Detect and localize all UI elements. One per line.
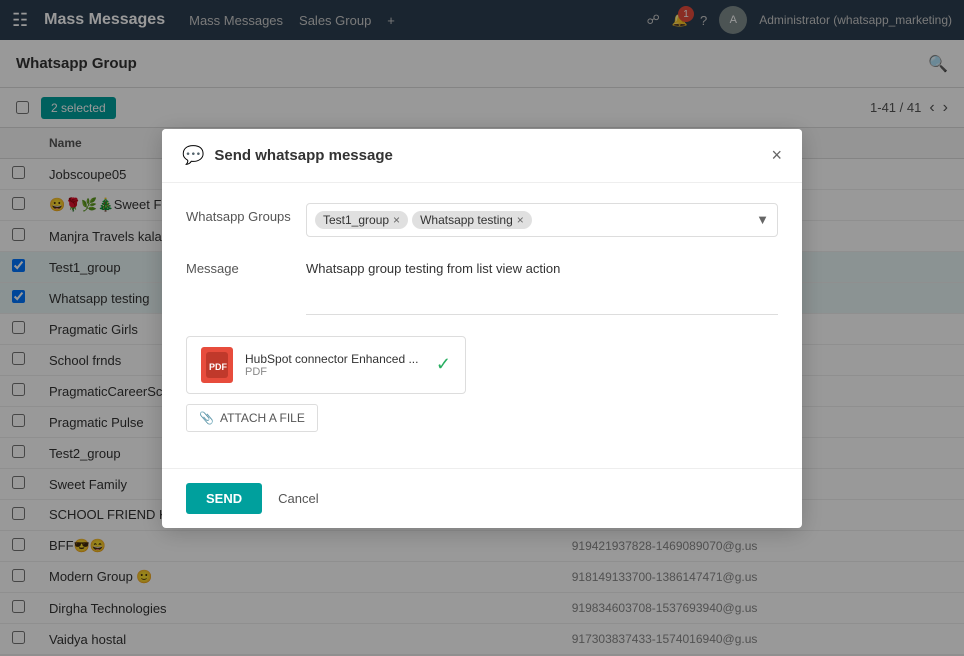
attachment-check-icon: ✓ xyxy=(436,354,451,375)
tag-test1group-remove[interactable]: × xyxy=(393,213,400,227)
message-input[interactable]: Whatsapp group testing from list view ac… xyxy=(306,255,778,315)
whatsapp-icon: 💬 xyxy=(182,145,204,166)
attachment-type: PDF xyxy=(245,366,424,378)
modal-header-left: 💬 Send whatsapp message xyxy=(182,145,393,166)
tag-test1group-label: Test1_group xyxy=(323,213,389,227)
paperclip-icon: 📎 xyxy=(199,411,214,425)
groups-tags-input[interactable]: Test1_group × Whatsapp testing × ▼ xyxy=(306,203,778,237)
message-control: Whatsapp group testing from list view ac… xyxy=(306,255,778,318)
modal-overlay: 💬 Send whatsapp message × Whatsapp Group… xyxy=(0,0,964,656)
attachment-info: HubSpot connector Enhanced ... PDF xyxy=(245,352,424,378)
cancel-button[interactable]: Cancel xyxy=(274,483,322,514)
message-field-row: Message Whatsapp group testing from list… xyxy=(186,255,778,318)
pdf-icon: PDF xyxy=(201,347,233,383)
modal-footer: SEND Cancel xyxy=(162,468,802,528)
modal-title: Send whatsapp message xyxy=(214,147,392,164)
tags-dropdown-arrow[interactable]: ▼ xyxy=(756,212,769,227)
tag-test1group: Test1_group × xyxy=(315,211,408,229)
attachment-name: HubSpot connector Enhanced ... xyxy=(245,352,424,366)
groups-field-row: Whatsapp Groups Test1_group × Whatsapp t… xyxy=(186,203,778,237)
modal-body: Whatsapp Groups Test1_group × Whatsapp t… xyxy=(162,183,802,468)
groups-control: Test1_group × Whatsapp testing × ▼ xyxy=(306,203,778,237)
attach-file-button[interactable]: 📎 ATTACH A FILE xyxy=(186,404,318,432)
modal-header: 💬 Send whatsapp message × xyxy=(162,129,802,183)
attachment-item: PDF HubSpot connector Enhanced ... PDF ✓ xyxy=(186,336,466,394)
svg-text:PDF: PDF xyxy=(209,362,228,372)
groups-label: Whatsapp Groups xyxy=(186,203,306,224)
modal-close-button[interactable]: × xyxy=(771,145,782,166)
attachment-area: PDF HubSpot connector Enhanced ... PDF ✓… xyxy=(186,336,778,432)
tag-whatsapp-testing: Whatsapp testing × xyxy=(412,211,532,229)
tag-whatsapp-testing-label: Whatsapp testing xyxy=(420,213,513,227)
send-button[interactable]: SEND xyxy=(186,483,262,514)
message-label: Message xyxy=(186,255,306,276)
send-whatsapp-modal: 💬 Send whatsapp message × Whatsapp Group… xyxy=(162,129,802,528)
attach-file-label: ATTACH A FILE xyxy=(220,411,305,425)
tag-whatsapp-testing-remove[interactable]: × xyxy=(517,213,524,227)
